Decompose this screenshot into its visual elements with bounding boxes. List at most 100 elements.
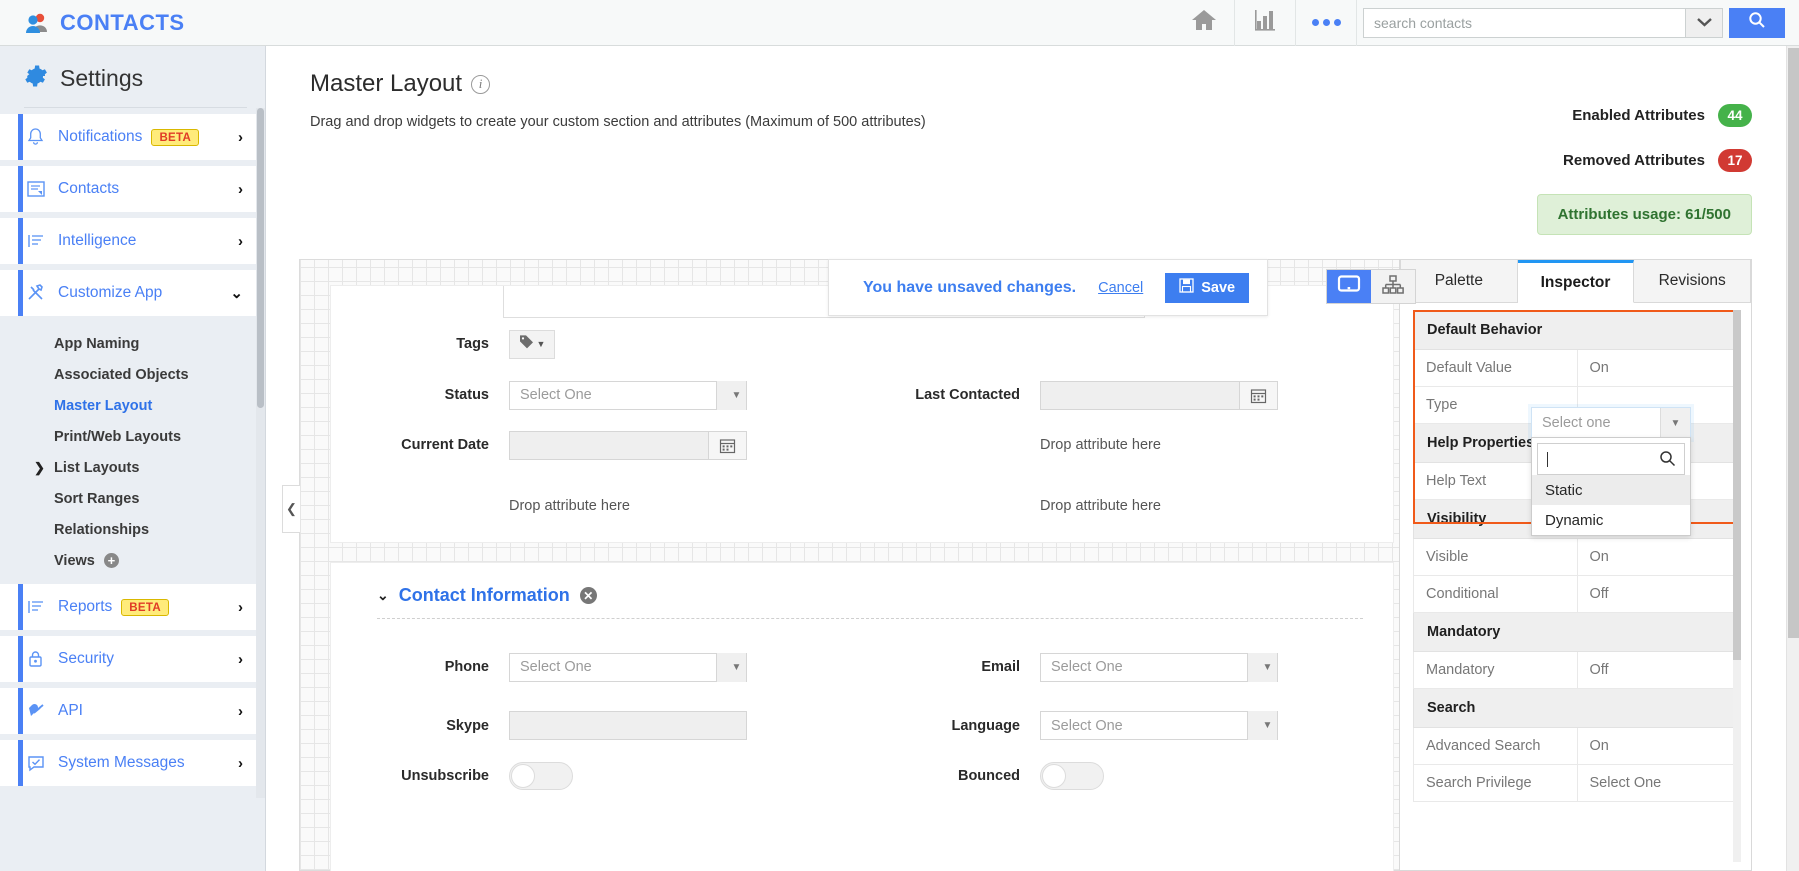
sidebar-scrollbar[interactable] [256,108,265,798]
dropdown-option-static[interactable]: Static [1532,475,1690,505]
sidebar-item-app-naming[interactable]: App Naming [0,328,265,359]
chevron-down-icon[interactable]: ▼ [1660,408,1690,438]
property-row[interactable]: Default Value On [1413,349,1741,387]
chevron-right-icon: › [238,128,243,146]
property-key: Search Privilege [1413,764,1578,802]
unsubscribe-toggle[interactable] [509,762,573,790]
dropdown-option-dynamic[interactable]: Dynamic [1532,505,1690,535]
home-button[interactable] [1174,0,1234,46]
save-button[interactable]: Save [1165,272,1250,303]
section-header[interactable]: ⌄ Contact Information ✕ [331,563,1393,606]
search-submit-button[interactable] [1729,7,1785,38]
sidebar-item-relationships[interactable]: Relationships [0,514,265,545]
property-value[interactable]: Off [1576,651,1741,689]
group-label: Mandatory [1413,612,1741,652]
tab-palette[interactable]: Palette [1400,260,1518,303]
property-row[interactable]: Visible On [1413,538,1741,576]
brand[interactable]: CONTACTS [0,10,185,36]
property-value[interactable]: Select One [1576,764,1741,802]
layout-canvas: ❮ Tags ▼ Status Select One ▼ Last Contac… [282,259,1431,871]
form-dropzone-right-1[interactable]: Drop attribute here [862,437,1393,453]
sidebar-item-associated-objects[interactable]: Associated Objects [0,359,265,390]
chevron-down-icon: ▼ [536,339,546,349]
form-row-dropzones: Drop attribute here Drop attribute here [331,470,1393,542]
chevron-down-icon: ▼ [716,652,746,682]
email-select[interactable]: Select One ▼ [1040,652,1278,682]
page-scrollbar[interactable] [1786,46,1799,871]
sidebar-label: Contacts [58,180,120,197]
beta-badge: BETA [121,598,169,616]
chevron-down-icon[interactable]: ⌄ [377,587,389,604]
canvas-collapse-handle[interactable]: ❮ [282,485,300,533]
type-select[interactable]: Select one ▼ [1531,407,1691,439]
sidebar-item-intelligence[interactable]: Intelligence › [0,218,265,264]
sidebar-item-contacts[interactable]: Contacts › [0,166,265,212]
tags-picker-button[interactable]: ▼ [509,329,555,359]
last-contacted-date[interactable] [1040,380,1278,410]
property-value[interactable]: On [1576,349,1741,387]
property-key: Advanced Search [1413,727,1578,765]
save-label: Save [1201,279,1236,296]
tab-revisions[interactable]: Revisions [1634,260,1752,303]
sidebar-item-security[interactable]: Security › [0,636,265,682]
date-input[interactable] [1040,380,1240,410]
property-value[interactable]: On [1576,538,1741,576]
phone-select[interactable]: Select One ▼ [509,652,747,682]
sidebar-label: Notifications [58,128,143,145]
submenu-label: Master Layout [54,397,153,414]
info-icon[interactable]: i [471,74,491,94]
property-row[interactable]: Conditional Off [1413,575,1741,613]
submenu-label: Sort Ranges [54,490,140,507]
floppy-disk-icon [1179,278,1194,297]
tab-inspector[interactable]: Inspector [1517,260,1635,303]
sidebar-item-print-web-layouts[interactable]: Print/Web Layouts [0,421,265,452]
form-dropzone-left[interactable]: Drop attribute here [331,498,862,514]
calendar-icon[interactable] [709,430,747,460]
more-menu-button[interactable] [1296,0,1356,46]
tab-label: Palette [1434,272,1483,289]
skype-input[interactable] [509,711,747,740]
reports-button[interactable] [1235,0,1295,46]
cancel-link[interactable]: Cancel [1098,280,1143,296]
property-value[interactable]: Off [1576,575,1741,613]
form-field-language: Language Select One ▼ [862,711,1393,740]
sidebar-item-api[interactable]: API › [0,688,265,734]
search-scope-dropdown[interactable] [1685,7,1723,38]
form-field-email: Email Select One ▼ [862,652,1393,682]
desktop-view-button[interactable] [1327,270,1371,303]
sidebar-item-notifications[interactable]: Notifications BETA › [0,114,265,160]
add-view-icon[interactable]: + [103,553,119,568]
status-select[interactable]: Select One ▼ [509,380,747,410]
sitemap-icon [1381,274,1405,300]
language-select[interactable]: Select One ▼ [1040,711,1278,740]
property-value[interactable]: On [1576,727,1741,765]
sidebar-item-reports[interactable]: Reports BETA › [0,584,265,630]
calendar-icon[interactable] [1240,380,1278,410]
form-dropzone-right-2[interactable]: Drop attribute here [862,498,1393,514]
property-row[interactable]: Mandatory Off [1413,651,1741,689]
date-input[interactable] [509,430,709,460]
select-value: Select One [520,387,592,403]
current-date-field[interactable] [509,430,747,460]
sidebar-item-master-layout[interactable]: Master Layout [0,390,265,421]
enabled-attributes-stat: Enabled Attributes 44 [1537,104,1752,127]
bounced-toggle[interactable] [1040,762,1104,790]
tree-view-button[interactable] [1371,270,1415,303]
sidebar-item-customize-app[interactable]: Customize App ⌄ [0,270,265,316]
sidebar-item-views[interactable]: Views + [0,545,265,576]
select-value: Select One [1051,659,1123,675]
chevron-down-icon: ▼ [1247,652,1277,682]
property-row[interactable]: Advanced Search On [1413,727,1741,765]
property-row[interactable]: Search Privilege Select One [1413,764,1741,802]
property-group-row: Default Behavior [1413,310,1741,350]
dropdown-search-field[interactable] [1537,443,1685,475]
inspector-scrollbar[interactable] [1733,310,1741,862]
inspector-panel: Palette Inspector Revisions Default Beha… [1399,259,1752,871]
property-group-row: Search [1413,688,1741,728]
field-label: Status [444,387,489,403]
sidebar-item-sort-ranges[interactable]: Sort Ranges [0,483,265,514]
sidebar-item-system-messages[interactable]: System Messages › [0,740,265,786]
search-input[interactable] [1363,7,1685,38]
close-circle-icon[interactable]: ✕ [579,587,597,604]
sidebar-item-list-layouts[interactable]: ❯ List Layouts [0,452,265,483]
